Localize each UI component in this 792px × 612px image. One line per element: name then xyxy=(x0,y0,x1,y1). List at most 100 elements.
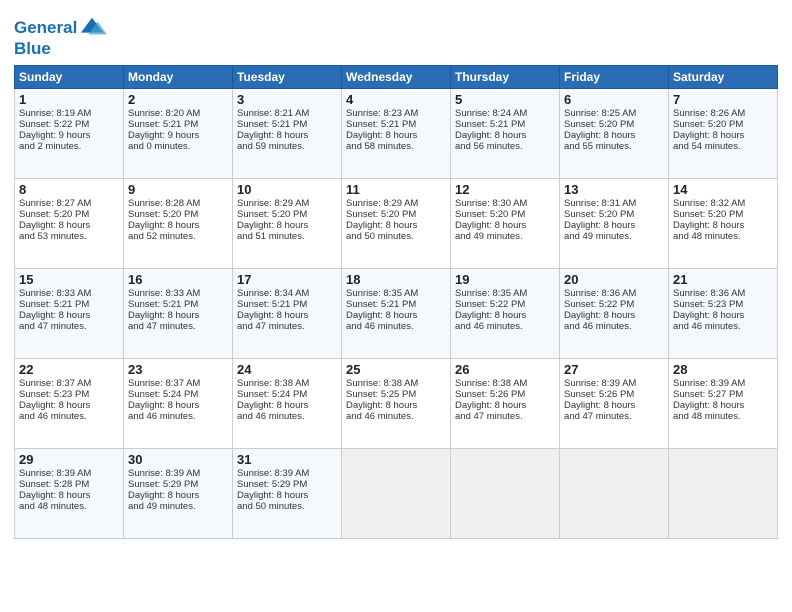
day-info-line: Sunset: 5:20 PM xyxy=(128,209,228,220)
day-number: 23 xyxy=(128,362,228,377)
day-info-line: and 46 minutes. xyxy=(237,411,337,422)
day-number: 8 xyxy=(19,182,119,197)
day-info-line: Sunset: 5:21 PM xyxy=(346,299,446,310)
day-number: 28 xyxy=(673,362,773,377)
day-info-line: Sunset: 5:20 PM xyxy=(346,209,446,220)
day-info-line: Sunrise: 8:37 AM xyxy=(19,378,119,389)
calendar-cell: 14Sunrise: 8:32 AMSunset: 5:20 PMDayligh… xyxy=(669,178,778,268)
day-info-line: Daylight: 8 hours xyxy=(346,310,446,321)
day-info-line: and 50 minutes. xyxy=(346,231,446,242)
day-info-line: Daylight: 8 hours xyxy=(237,130,337,141)
day-info-line: Sunset: 5:29 PM xyxy=(128,479,228,490)
day-info-line: and 46 minutes. xyxy=(455,321,555,332)
day-info-line: Daylight: 8 hours xyxy=(346,130,446,141)
day-info-line: Sunset: 5:25 PM xyxy=(346,389,446,400)
day-info-line: Sunset: 5:21 PM xyxy=(19,299,119,310)
day-number: 12 xyxy=(455,182,555,197)
day-info-line: Sunrise: 8:33 AM xyxy=(19,288,119,299)
day-info-line: Sunset: 5:24 PM xyxy=(128,389,228,400)
day-number: 31 xyxy=(237,452,337,467)
day-info-line: Sunset: 5:20 PM xyxy=(237,209,337,220)
calendar-cell: 7Sunrise: 8:26 AMSunset: 5:20 PMDaylight… xyxy=(669,88,778,178)
day-info-line: Daylight: 8 hours xyxy=(564,310,664,321)
calendar-cell: 11Sunrise: 8:29 AMSunset: 5:20 PMDayligh… xyxy=(342,178,451,268)
day-info-line: Sunset: 5:23 PM xyxy=(673,299,773,310)
day-number: 7 xyxy=(673,92,773,107)
page-container: General Blue SundayMondayTuesdayWednesda… xyxy=(0,0,792,612)
day-number: 22 xyxy=(19,362,119,377)
day-info-line: and 47 minutes. xyxy=(19,321,119,332)
day-number: 19 xyxy=(455,272,555,287)
calendar-week-5: 29Sunrise: 8:39 AMSunset: 5:28 PMDayligh… xyxy=(15,448,778,538)
day-info-line: Daylight: 9 hours xyxy=(19,130,119,141)
day-info-line: Sunrise: 8:19 AM xyxy=(19,108,119,119)
calendar-cell: 20Sunrise: 8:36 AMSunset: 5:22 PMDayligh… xyxy=(560,268,669,358)
day-info-line: and 48 minutes. xyxy=(673,231,773,242)
day-info-line: Sunrise: 8:21 AM xyxy=(237,108,337,119)
day-header-wednesday: Wednesday xyxy=(342,65,451,88)
day-info-line: and 46 minutes. xyxy=(19,411,119,422)
day-number: 15 xyxy=(19,272,119,287)
day-info-line: and 52 minutes. xyxy=(128,231,228,242)
day-info-line: Sunrise: 8:39 AM xyxy=(673,378,773,389)
calendar-cell: 29Sunrise: 8:39 AMSunset: 5:28 PMDayligh… xyxy=(15,448,124,538)
day-info-line: Daylight: 8 hours xyxy=(455,400,555,411)
day-info-line: Sunset: 5:20 PM xyxy=(673,209,773,220)
day-info-line: and 2 minutes. xyxy=(19,141,119,152)
day-info-line: Sunrise: 8:35 AM xyxy=(455,288,555,299)
day-number: 24 xyxy=(237,362,337,377)
day-info-line: Sunset: 5:24 PM xyxy=(237,389,337,400)
day-info-line: Sunrise: 8:38 AM xyxy=(237,378,337,389)
day-number: 3 xyxy=(237,92,337,107)
day-header-friday: Friday xyxy=(560,65,669,88)
calendar-cell: 30Sunrise: 8:39 AMSunset: 5:29 PMDayligh… xyxy=(124,448,233,538)
day-header-tuesday: Tuesday xyxy=(233,65,342,88)
logo-text2: Blue xyxy=(14,40,107,59)
day-info-line: Sunrise: 8:34 AM xyxy=(237,288,337,299)
day-info-line: and 46 minutes. xyxy=(346,321,446,332)
day-info-line: Sunrise: 8:39 AM xyxy=(237,468,337,479)
calendar-cell: 27Sunrise: 8:39 AMSunset: 5:26 PMDayligh… xyxy=(560,358,669,448)
logo-icon xyxy=(79,14,107,42)
day-info-line: Sunrise: 8:39 AM xyxy=(564,378,664,389)
day-info-line: Sunrise: 8:31 AM xyxy=(564,198,664,209)
day-info-line: Daylight: 8 hours xyxy=(237,310,337,321)
calendar-cell: 31Sunrise: 8:39 AMSunset: 5:29 PMDayligh… xyxy=(233,448,342,538)
calendar-cell: 23Sunrise: 8:37 AMSunset: 5:24 PMDayligh… xyxy=(124,358,233,448)
day-info-line: Sunrise: 8:39 AM xyxy=(128,468,228,479)
day-number: 30 xyxy=(128,452,228,467)
calendar-cell: 25Sunrise: 8:38 AMSunset: 5:25 PMDayligh… xyxy=(342,358,451,448)
day-info-line: and 54 minutes. xyxy=(673,141,773,152)
day-number: 6 xyxy=(564,92,664,107)
day-info-line: and 51 minutes. xyxy=(237,231,337,242)
day-info-line: Daylight: 8 hours xyxy=(237,490,337,501)
day-number: 17 xyxy=(237,272,337,287)
day-info-line: Daylight: 8 hours xyxy=(128,310,228,321)
day-info-line: and 55 minutes. xyxy=(564,141,664,152)
day-info-line: Sunset: 5:20 PM xyxy=(564,119,664,130)
day-info-line: Sunrise: 8:37 AM xyxy=(128,378,228,389)
day-info-line: Sunset: 5:21 PM xyxy=(128,299,228,310)
day-number: 10 xyxy=(237,182,337,197)
day-info-line: and 46 minutes. xyxy=(564,321,664,332)
day-info-line: Daylight: 9 hours xyxy=(128,130,228,141)
day-info-line: and 53 minutes. xyxy=(19,231,119,242)
calendar-cell: 3Sunrise: 8:21 AMSunset: 5:21 PMDaylight… xyxy=(233,88,342,178)
day-number: 20 xyxy=(564,272,664,287)
day-info-line: Sunset: 5:22 PM xyxy=(455,299,555,310)
day-info-line: Daylight: 8 hours xyxy=(128,490,228,501)
day-info-line: Sunrise: 8:39 AM xyxy=(19,468,119,479)
day-info-line: Sunrise: 8:29 AM xyxy=(237,198,337,209)
day-number: 11 xyxy=(346,182,446,197)
day-info-line: Daylight: 8 hours xyxy=(564,130,664,141)
day-info-line: Sunset: 5:21 PM xyxy=(346,119,446,130)
calendar-cell xyxy=(560,448,669,538)
day-info-line: and 47 minutes. xyxy=(564,411,664,422)
day-info-line: Daylight: 8 hours xyxy=(19,490,119,501)
calendar-week-3: 15Sunrise: 8:33 AMSunset: 5:21 PMDayligh… xyxy=(15,268,778,358)
day-info-line: Sunset: 5:21 PM xyxy=(237,119,337,130)
day-info-line: Sunset: 5:21 PM xyxy=(455,119,555,130)
day-number: 29 xyxy=(19,452,119,467)
calendar-week-2: 8Sunrise: 8:27 AMSunset: 5:20 PMDaylight… xyxy=(15,178,778,268)
day-info-line: Daylight: 8 hours xyxy=(673,310,773,321)
